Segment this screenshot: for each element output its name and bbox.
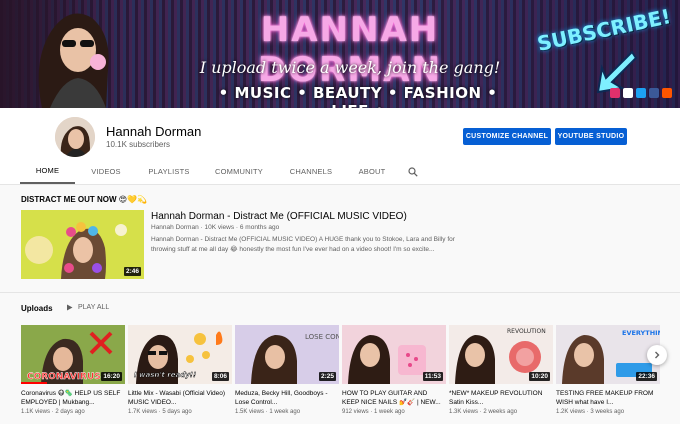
video-duration: 10:20	[529, 372, 550, 381]
video-thumbnail[interactable]: EVERYTHING FREE 22:36	[556, 325, 660, 384]
video-title[interactable]: TESTING FREE MAKEUP FROM WISH what have …	[556, 389, 660, 407]
thumbnail-caption: LOSE CONTROL	[305, 333, 339, 341]
video-title[interactable]: HOW TO PLAY GUITAR AND KEEP NICE NAILS 💅…	[342, 389, 446, 407]
channel-page: HANNAH DORMAN I upload twice a week, joi…	[0, 0, 680, 424]
video-title[interactable]: Meduza, Becky Hill, Goodboys - Lose Cont…	[235, 389, 339, 407]
featured-video-thumbnail[interactable]: 2:46	[21, 210, 144, 279]
video-duration: 8:06	[211, 372, 229, 381]
tab-videos[interactable]: VIDEOS	[75, 159, 137, 184]
twitter-icon[interactable]	[636, 88, 646, 98]
instagram-icon[interactable]	[610, 88, 620, 98]
watch-progress-bar	[21, 382, 47, 384]
play-icon	[67, 304, 73, 311]
video-title[interactable]: *NEW* MAKEUP REVOLUTION Satin Kiss...	[449, 389, 553, 407]
video-thumbnail[interactable]: 11:53	[342, 325, 446, 384]
video-meta: 912 views · 1 week ago	[342, 409, 405, 415]
shelf-next-button[interactable]	[647, 345, 667, 365]
video-duration: 16:20	[101, 372, 122, 381]
soundcloud-icon[interactable]	[662, 88, 672, 98]
channel-tabs: HOME VIDEOS PLAYLISTS COMMUNITY CHANNELS…	[20, 159, 423, 184]
thumbnail-caption: CORONAVIRUS	[27, 372, 101, 382]
featured-video-title[interactable]: Hannah Dorman - Distract Me (OFFICIAL MU…	[151, 211, 407, 222]
banner-portrait	[38, 13, 109, 108]
video-thumbnail[interactable]: CORONAVIRUS 16:20	[21, 325, 125, 384]
thumbnail-caption: REVOLUTION	[507, 328, 546, 335]
video-meta: 1.1K views · 2 days ago	[21, 409, 85, 415]
video-meta: 1.7K views · 5 days ago	[128, 409, 192, 415]
video-card[interactable]: LOSE CONTROL 2:25 Meduza, Becky Hill, Go…	[235, 325, 339, 415]
header-divider	[0, 184, 680, 185]
uploads-shelf: CORONAVIRUS 16:20 Coronavirus 😷🦠 HELP US…	[21, 325, 660, 415]
video-thumbnail[interactable]: REVOLUTION 10:20	[449, 325, 553, 384]
video-meta: 1.2K views · 3 weeks ago	[556, 409, 625, 415]
play-all-button[interactable]: PLAY ALL	[66, 304, 109, 311]
customize-channel-button[interactable]: CUSTOMIZE CHANNEL	[463, 128, 551, 145]
youtube-studio-button[interactable]: YOUTUBE STUDIO	[555, 128, 627, 145]
facebook-icon[interactable]	[649, 88, 659, 98]
channel-banner: HANNAH DORMAN I upload twice a week, joi…	[0, 0, 680, 108]
channel-name: Hannah Dorman	[106, 124, 202, 139]
featured-section-title: DISTRACT ME OUT NOW 😍💛💫	[21, 195, 148, 204]
video-card[interactable]: EVERYTHING FREE 22:36 TESTING FREE MAKEU…	[556, 325, 660, 415]
video-meta: 1.3K views · 2 weeks ago	[449, 409, 518, 415]
search-icon[interactable]	[403, 159, 423, 184]
video-duration: 2:46	[123, 267, 141, 276]
tab-about[interactable]: ABOUT	[345, 159, 399, 184]
featured-video-description: Hannah Dorman - Distract Me (OFFICIAL MU…	[151, 236, 455, 253]
video-card[interactable]: I wasn't ready!! 8:06 Little Mix - Wasab…	[128, 325, 232, 415]
video-card[interactable]: CORONAVIRUS 16:20 Coronavirus 😷🦠 HELP US…	[21, 325, 125, 415]
banner-title: HANNAH DORMAN	[258, 10, 442, 90]
video-card[interactable]: 11:53 HOW TO PLAY GUITAR AND KEEP NICE N…	[342, 325, 446, 415]
video-thumbnail[interactable]: I wasn't ready!! 8:06	[128, 325, 232, 384]
social-links	[610, 88, 672, 98]
section-divider	[0, 292, 680, 293]
thumbnail-caption: EVERYTHING FREE	[622, 329, 660, 337]
banner-tagline: I upload twice a week, join the gang!	[199, 58, 501, 77]
video-card[interactable]: REVOLUTION 10:20 *NEW* MAKEUP REVOLUTION…	[449, 325, 553, 415]
video-meta: 1.5K views · 1 week ago	[235, 409, 301, 415]
video-duration: 22:36	[636, 372, 657, 381]
uploads-title[interactable]: Uploads	[21, 304, 53, 313]
banner-categories: • MUSIC • BEAUTY • FASHION • LIFE •	[218, 84, 498, 108]
featured-video-meta: Hannah Dorman · 10K views · 6 months ago	[151, 224, 280, 231]
snapchat-icon[interactable]	[623, 88, 633, 98]
video-duration: 2:25	[318, 372, 336, 381]
chevron-right-icon	[655, 351, 660, 359]
avatar[interactable]	[55, 117, 95, 157]
avatar-image	[55, 117, 95, 157]
video-title[interactable]: Coronavirus 😷🦠 HELP US SELF EMPLOYED | M…	[21, 389, 125, 407]
video-thumbnail[interactable]: LOSE CONTROL 2:25	[235, 325, 339, 384]
tab-home[interactable]: HOME	[20, 159, 75, 184]
video-duration: 11:53	[422, 372, 443, 381]
video-title[interactable]: Little Mix - Wasabi (Official Video) MUS…	[128, 389, 232, 407]
play-all-label: PLAY ALL	[78, 304, 110, 311]
tab-community[interactable]: COMMUNITY	[201, 159, 277, 184]
thumbnail-caption: I wasn't ready!!	[134, 371, 196, 379]
tab-playlists[interactable]: PLAYLISTS	[137, 159, 201, 184]
subscriber-count: 10.1K subscribers	[106, 140, 171, 149]
tab-channels[interactable]: CHANNELS	[277, 159, 345, 184]
